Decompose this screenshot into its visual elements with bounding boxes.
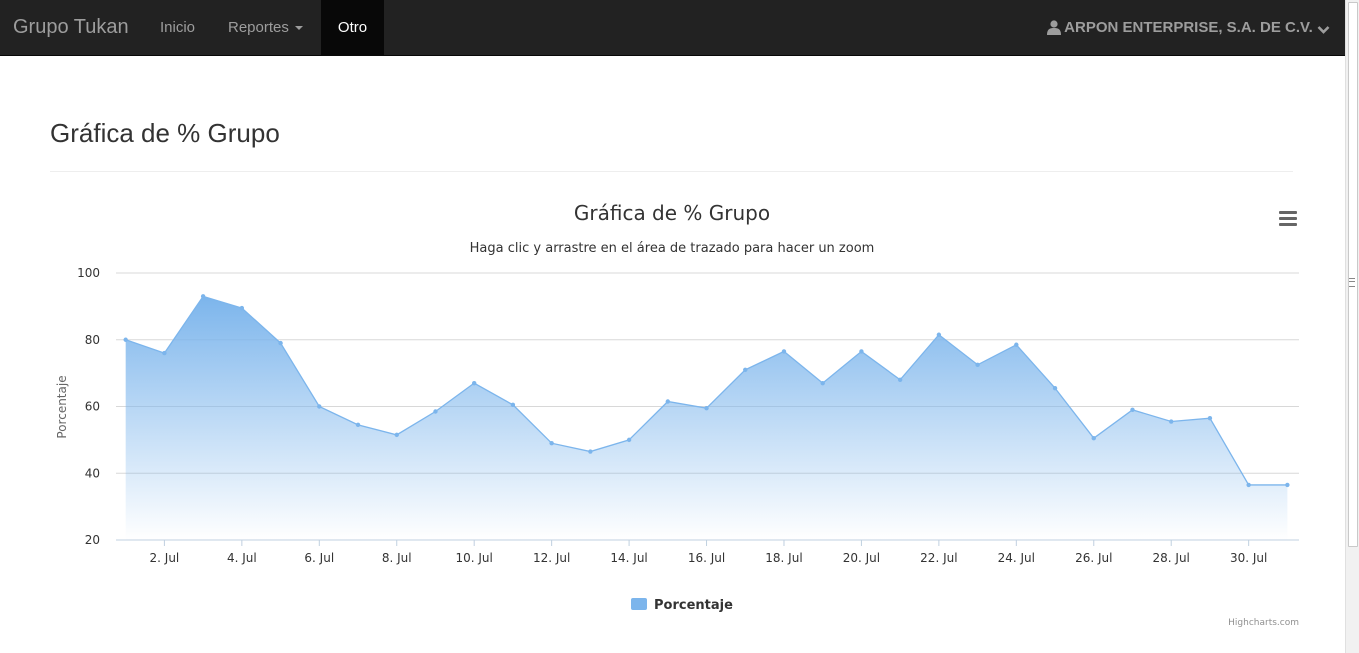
data-point[interactable] (200, 294, 206, 299)
caret-down-icon (294, 26, 303, 31)
data-point[interactable] (859, 349, 864, 354)
x-tick-label: 28. Jul (1153, 551, 1190, 565)
page-title: Gráfica de % Grupo (50, 118, 280, 148)
data-point[interactable] (743, 367, 748, 372)
data-point[interactable] (1014, 342, 1019, 347)
data-point[interactable] (820, 380, 825, 386)
y-tick-label: 40 (85, 466, 100, 480)
y-tick-label: 20 (85, 533, 100, 547)
data-point[interactable] (626, 437, 632, 443)
x-tick-label: 2. Jul (150, 551, 180, 565)
credits-link[interactable]: Highcharts.com (1228, 618, 1299, 628)
y-axis-title: Porcentaje (55, 375, 69, 438)
data-point[interactable] (471, 380, 477, 386)
data-point[interactable] (162, 350, 167, 356)
x-tick-label: 18. Jul (765, 551, 802, 565)
user-menu[interactable]: ARPON ENTERPRISE, S.A. DE C.V. (1046, 0, 1330, 55)
series-area-fill (125, 296, 1288, 540)
data-point[interactable] (123, 337, 128, 342)
brand-link[interactable]: Grupo Tukan (13, 16, 129, 38)
data-point[interactable] (1207, 415, 1213, 421)
data-point[interactable] (239, 305, 245, 311)
x-tick-label: 26. Jul (1075, 551, 1112, 565)
data-point[interactable] (1091, 436, 1096, 441)
top-navbar: Grupo Tukan Inicio Reportes Otro ARPON E… (0, 0, 1346, 56)
data-point[interactable] (278, 340, 283, 346)
x-tick-label: 22. Jul (920, 551, 957, 565)
chevron-down-icon (1317, 26, 1330, 34)
data-point[interactable] (317, 404, 322, 409)
data-point[interactable] (936, 332, 942, 337)
data-point[interactable] (433, 409, 438, 414)
x-tick-label: 14. Jul (610, 551, 647, 565)
legend-swatch (631, 598, 647, 610)
data-point[interactable] (1285, 482, 1290, 488)
data-point[interactable] (704, 405, 709, 411)
x-tick-label: 24. Jul (998, 551, 1035, 565)
y-tick-label: 60 (85, 400, 100, 414)
vertical-scrollbar[interactable] (1345, 0, 1359, 653)
scrollbar-grip-icon (1349, 278, 1355, 287)
data-point[interactable] (588, 449, 593, 454)
x-tick-label: 12. Jul (533, 551, 570, 565)
x-tick-label: 20. Jul (843, 551, 880, 565)
data-point[interactable] (781, 349, 787, 354)
data-point[interactable] (1130, 407, 1135, 413)
nav-item-reportes-label: Reportes (228, 19, 289, 36)
chart-container[interactable]: 20 40 60 80 100 2. Jul 4. Jul 6. Jul 8. Jul 10. J… (50, 190, 1312, 635)
data-point[interactable] (1246, 482, 1251, 488)
data-point[interactable] (510, 402, 516, 408)
data-point[interactable] (665, 399, 671, 404)
user-menu-label: ARPON ENTERPRISE, S.A. DE C.V. (1064, 19, 1313, 36)
scrollbar-thumb[interactable] (1348, 2, 1358, 547)
chart-subtitle: Haga clic y arrastre en el área de traza… (470, 241, 875, 256)
legend-item-porcentaje[interactable]: Porcentaje (631, 598, 733, 613)
data-point[interactable] (1169, 419, 1174, 424)
user-icon (1046, 20, 1061, 35)
x-tick-label: 30. Jul (1230, 551, 1267, 565)
data-point[interactable] (897, 377, 903, 382)
hamburger-menu-icon[interactable] (1278, 210, 1298, 228)
chart-title: Gráfica de % Grupo (574, 201, 770, 225)
nav-item-inicio[interactable]: Inicio (160, 0, 195, 55)
nav-item-reportes[interactable]: Reportes (228, 0, 303, 55)
nav-item-otro[interactable]: Otro (321, 0, 384, 55)
data-point[interactable] (394, 432, 399, 438)
x-tick-label: 10. Jul (455, 551, 492, 565)
x-tick-label: 8. Jul (382, 551, 412, 565)
data-point[interactable] (355, 422, 361, 428)
x-tick-label: 4. Jul (227, 551, 257, 565)
data-point[interactable] (1052, 385, 1058, 391)
x-tick-label: 6. Jul (304, 551, 334, 565)
data-point[interactable] (975, 362, 980, 367)
y-tick-label: 80 (85, 333, 100, 347)
data-point[interactable] (549, 441, 554, 446)
legend-label: Porcentaje (654, 598, 733, 613)
x-tick-label: 16. Jul (688, 551, 725, 565)
y-tick-label: 100 (77, 266, 100, 280)
title-divider (50, 171, 1293, 172)
area-chart[interactable]: 20 40 60 80 100 2. Jul 4. Jul 6. Jul 8. Jul 10. J… (50, 190, 1312, 635)
